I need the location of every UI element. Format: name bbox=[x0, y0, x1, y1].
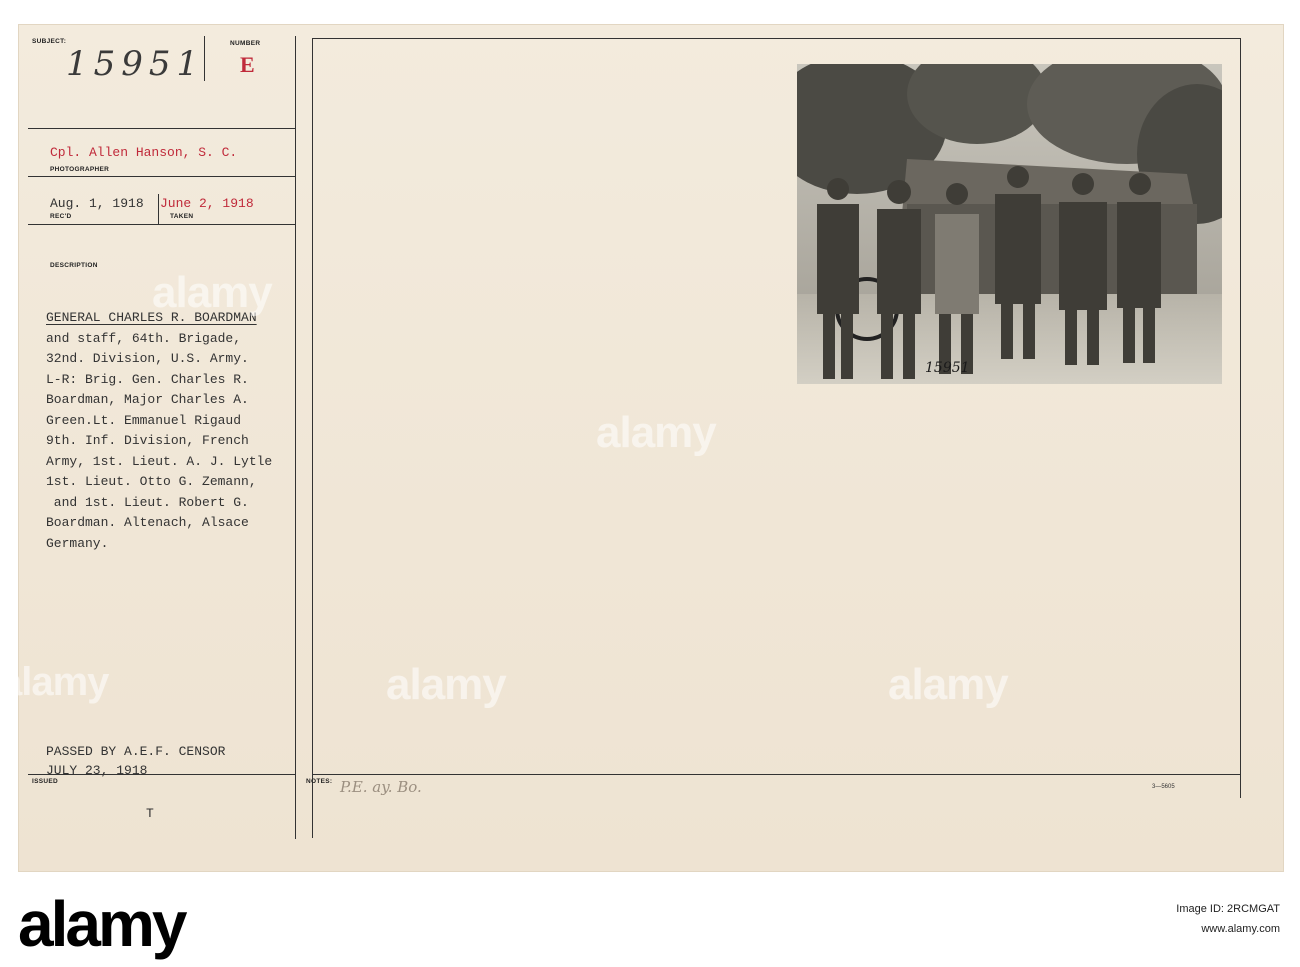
description-lines: and staff, 64th. Brigade, 32nd. Division,… bbox=[46, 329, 272, 555]
photograph-number: 15951 bbox=[925, 360, 970, 376]
subject-label: SUBJECT: bbox=[32, 38, 67, 45]
watermark-top: alamy bbox=[152, 268, 273, 317]
taken-date: June 2, 1918 bbox=[160, 196, 254, 211]
site-url: www.alamy.com bbox=[1201, 923, 1280, 935]
number-letter: E bbox=[240, 52, 255, 77]
left-column-right-border bbox=[295, 36, 296, 839]
row-border-2 bbox=[28, 176, 296, 177]
notes-label: NOTES: bbox=[306, 778, 333, 785]
description-line: 32nd. Division, U.S. Army. bbox=[46, 351, 249, 366]
description-line: and 1st. Lieut. Robert G. bbox=[46, 494, 249, 510]
photographer-name: Cpl. Allen Hanson, S. C. bbox=[50, 145, 238, 160]
alamy-logo: alamy bbox=[18, 888, 187, 960]
recd-label: REC'D bbox=[50, 213, 72, 220]
mounted-photograph: 15951 bbox=[797, 64, 1222, 384]
description-line: Green.Lt. Emmanuel Rigaud bbox=[46, 412, 242, 428]
right-border bbox=[1240, 38, 1241, 798]
row-border-3 bbox=[28, 224, 296, 225]
description-line: Boardman, Major Charles A. bbox=[46, 392, 249, 407]
received-date: Aug. 1, 1918 bbox=[50, 196, 144, 211]
form-code: 3—5605 bbox=[1152, 784, 1175, 790]
photographer-label: PHOTOGRAPHER bbox=[50, 166, 110, 173]
row-border-1 bbox=[28, 128, 296, 129]
watermark-right: alamy bbox=[888, 660, 1009, 709]
description-line: and staff, 64th. Brigade, bbox=[46, 330, 242, 346]
description-text: GENERAL CHARLES R. BOARDMAN and staff, 6… bbox=[46, 308, 272, 554]
watermark-left: alamy bbox=[0, 660, 109, 704]
description-line: 1st. Lieut. Otto G. Zemann, bbox=[46, 474, 257, 489]
recd-taken-divider bbox=[158, 194, 159, 224]
description-line: Army, 1st. Lieut. A. J. Lytle bbox=[46, 453, 273, 469]
taken-label: TAKEN bbox=[170, 213, 194, 220]
description-line: 9th. Inf. Division, French bbox=[46, 433, 249, 448]
notes-border bbox=[312, 774, 1240, 775]
description-line: Germany. bbox=[46, 535, 109, 551]
photo-area-left-border bbox=[312, 38, 313, 838]
subject-number: 15951 bbox=[66, 44, 205, 84]
notes-handwriting: P.E. ay. Bo. bbox=[340, 778, 422, 796]
issued-mark: T bbox=[146, 806, 154, 821]
description-label: DESCRIPTION bbox=[50, 262, 98, 269]
watermark-center: alamy bbox=[596, 408, 717, 457]
image-id: Image ID: 2RCMGAT bbox=[1176, 903, 1280, 915]
censor-line-2: JULY 23, 1918 bbox=[46, 763, 148, 778]
description-line: L-R: Brig. Gen. Charles R. bbox=[46, 371, 249, 387]
issued-label: ISSUED bbox=[32, 778, 59, 785]
watermark-bottom-center: alamy bbox=[386, 660, 507, 709]
photograph-image bbox=[797, 64, 1222, 384]
number-label: NUMBER bbox=[230, 40, 261, 47]
footer-band: alamy Image ID: 2RCMGAT www.alamy.com bbox=[0, 877, 1300, 967]
description-line: Boardman. Altenach, Alsace bbox=[46, 515, 249, 530]
censor-line-1: PASSED BY A.E.F. CENSOR bbox=[46, 744, 226, 759]
top-border bbox=[312, 38, 1240, 39]
